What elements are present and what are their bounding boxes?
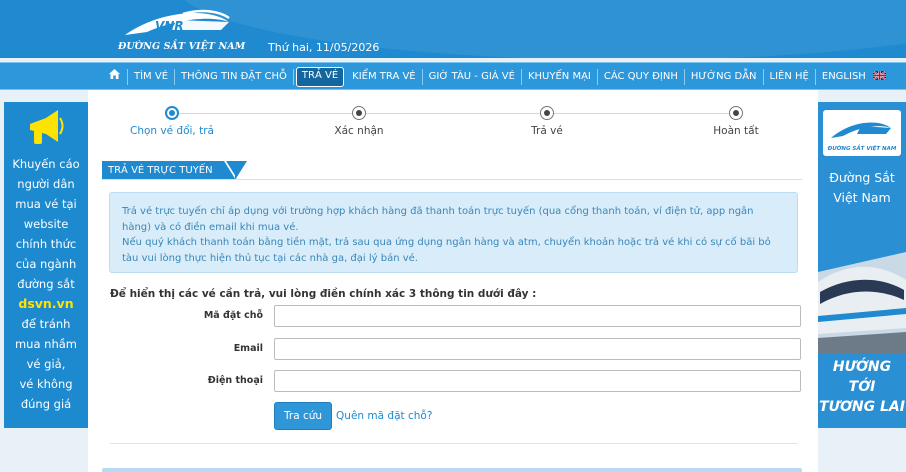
email-input[interactable] <box>274 338 801 360</box>
info-notice: Trả vé trực tuyến chỉ áp dụng với trường… <box>109 192 798 273</box>
promo-line: Khuyến cáo <box>12 157 80 171</box>
email-row: Email <box>88 338 818 360</box>
info-paragraph: Trả vé trực tuyến chỉ áp dụng với trường… <box>122 206 754 233</box>
step-label: Chọn vé đổi, trả <box>130 125 214 137</box>
vnr-logo-icon: VNR <box>125 9 230 35</box>
promo-line: của ngành <box>15 257 77 271</box>
right-ad-banner[interactable]: ĐƯỜNG SẮT VIỆT NAM Đường Sắt Việt Nam HƯ… <box>818 102 906 428</box>
phone-input[interactable] <box>274 370 801 392</box>
train-illustration <box>818 252 906 354</box>
section-heading: TRẢ VÉ TRỰC TUYẾN <box>102 161 247 180</box>
nav-item-find-ticket[interactable]: TÌM VÉ <box>128 68 176 85</box>
form-prompt: Để hiển thị các vé cần trả, vui lòng điề… <box>110 288 537 300</box>
email-label: Email <box>233 343 263 354</box>
home-icon[interactable] <box>102 68 128 85</box>
megaphone-icon <box>26 108 66 155</box>
logo-mark: VNR <box>155 19 184 33</box>
nav-item-promotions[interactable]: KHUYẾN MẠI <box>522 68 598 85</box>
lookup-button[interactable]: Tra cứu <box>274 402 333 430</box>
progress-steps: Chọn vé đổi, trả Xác nhận Trả vé Hoàn tấ… <box>88 106 818 137</box>
step-label: Hoàn tất <box>713 125 759 137</box>
nav-item-english[interactable]: ENGLISH <box>816 69 892 85</box>
step-confirm: Xác nhận <box>299 106 419 137</box>
step-complete: Hoàn tất <box>676 106 796 137</box>
nav-item-regulations[interactable]: CÁC QUY ĐỊNH <box>598 68 685 85</box>
banner-slogan-line: TƯƠNG LAI <box>819 399 905 415</box>
vnr-logo-icon: ĐƯỜNG SẮT VIỆT NAM <box>827 122 897 152</box>
english-label: ENGLISH <box>821 70 866 82</box>
banner-title-line: Việt Nam <box>833 190 891 205</box>
booking-code-label: Mã đặt chỗ <box>203 310 263 321</box>
section-divider <box>102 179 802 180</box>
promo-line: chính thức <box>15 237 77 251</box>
left-promo-banner[interactable]: Khuyến cáo người dân mua vé tại website … <box>4 102 88 428</box>
forgot-booking-code-link[interactable]: Quên mã đặt chỗ? <box>336 410 432 422</box>
promo-line: vé giả, <box>26 357 66 371</box>
banner-title-line: Đường Sắt <box>829 170 895 185</box>
step-choose-ticket: Chọn vé đổi, trả <box>112 106 232 137</box>
promo-line: mua nhầm <box>14 337 78 351</box>
promo-website: dsvn.vn <box>18 296 74 311</box>
promo-line: mua vé tại <box>15 197 77 211</box>
promo-line: vé không <box>19 377 73 391</box>
promo-line: để tránh <box>21 317 71 331</box>
steps-line <box>172 113 734 114</box>
step-return: Trả vé <box>487 106 607 137</box>
main-content: Chọn vé đổi, trả Xác nhận Trả vé Hoàn tấ… <box>88 90 818 472</box>
info-paragraph: Nếu quý khách thanh toán bằng tiền mặt, … <box>122 237 771 264</box>
nav-item-schedule-price[interactable]: GIỜ TÀU - GIÁ VÉ <box>423 68 522 85</box>
nav-item-check-ticket[interactable]: KIỂM TRA VÉ <box>346 68 423 85</box>
booking-code-input[interactable] <box>274 305 801 327</box>
banner-slogan-line: HƯỚNG TỚI <box>832 359 892 395</box>
step-label: Trả vé <box>531 125 563 137</box>
next-section-edge <box>102 468 802 472</box>
step-label: Xác nhận <box>334 125 384 137</box>
promo-line: website <box>23 217 69 231</box>
step-dot-icon <box>729 106 743 120</box>
site-logo[interactable]: VNR ĐƯỜNG SẮT VIỆT NAM <box>117 8 257 54</box>
promo-line: đúng giá <box>20 397 72 411</box>
nav-item-return-ticket[interactable]: TRẢ VÉ <box>295 66 345 87</box>
phone-label: Điện thoại <box>207 375 263 386</box>
step-dot-icon <box>165 106 179 120</box>
section-title: TRẢ VÉ TRỰC TUYẾN <box>102 161 247 180</box>
step-dot-icon <box>352 106 366 120</box>
phone-row: Điện thoại <box>88 370 818 392</box>
step-dot-icon <box>540 106 554 120</box>
form-divider <box>110 443 798 444</box>
banner-logo-text: ĐƯỜNG SẮT VIỆT NAM <box>827 144 897 152</box>
site-header: VNR ĐƯỜNG SẮT VIỆT NAM Thứ hai, 11/05/20… <box>0 0 906 58</box>
nav-item-booking-info[interactable]: THÔNG TIN ĐẶT CHỖ <box>175 68 294 85</box>
nav-item-contact[interactable]: LIÊN HỆ <box>764 68 816 85</box>
promo-line: đường sắt <box>17 277 75 291</box>
uk-flag-icon <box>873 70 886 80</box>
promo-line: người dân <box>17 177 75 191</box>
booking-code-row: Mã đặt chỗ <box>88 305 818 327</box>
nav-item-guide[interactable]: HƯỚNG DẪN <box>685 68 764 85</box>
banner-logo: ĐƯỜNG SẮT VIỆT NAM <box>823 110 901 156</box>
main-nav: TÌM VÉ THÔNG TIN ĐẶT CHỖ TRẢ VÉ KIỂM TRA… <box>0 62 906 90</box>
logo-text: ĐƯỜNG SẮT VIỆT NAM <box>118 41 246 52</box>
form-actions: Tra cứu Quên mã đặt chỗ? <box>274 402 432 430</box>
current-date: Thứ hai, 11/05/2026 <box>268 41 380 54</box>
